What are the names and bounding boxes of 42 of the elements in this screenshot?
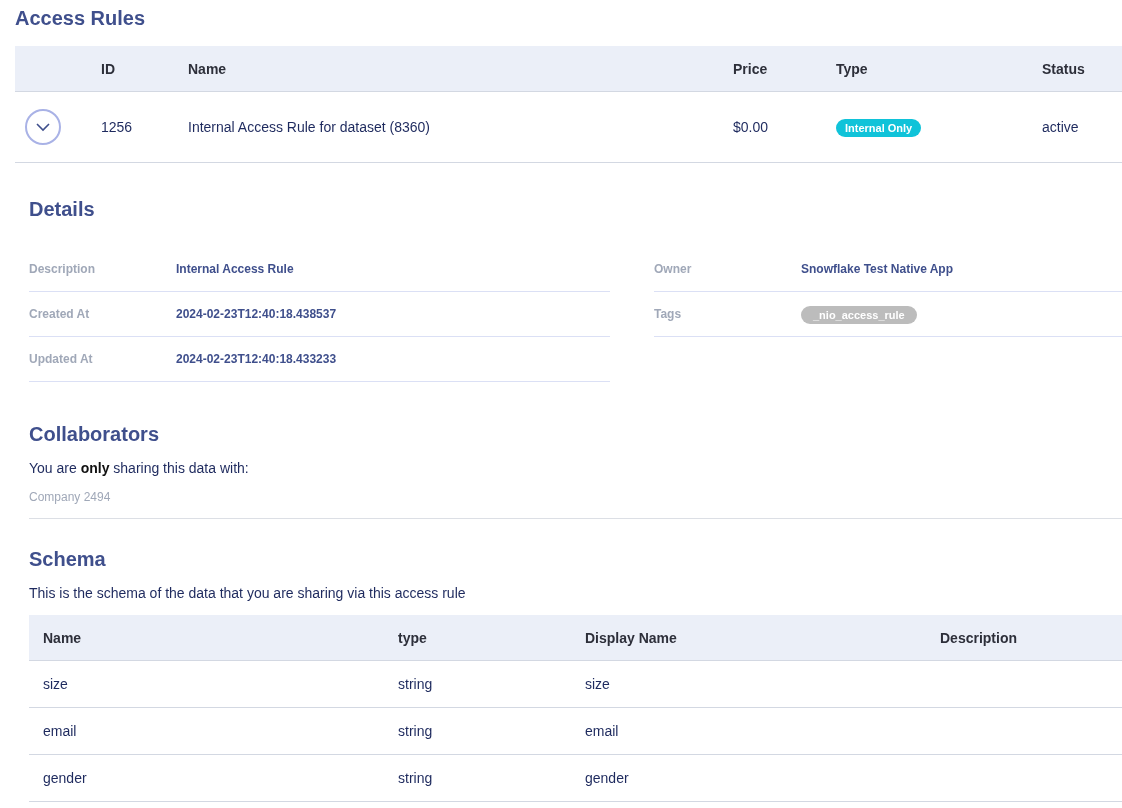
table-cell-text: string — [397, 770, 434, 786]
column-header: Name — [188, 60, 228, 77]
detail-label: Created At — [29, 307, 91, 321]
expand-button[interactable] — [25, 109, 61, 145]
table-cell-text: email — [42, 723, 78, 739]
sharing-text: You are only sharing this data with: — [29, 460, 250, 476]
tag-pill: _nio_access_rule — [801, 305, 917, 324]
section-title: Schema — [29, 547, 107, 572]
column-header: Name — [42, 629, 83, 646]
detail-value: 2024-02-23T12:40:18.438537 — [176, 307, 338, 321]
table-cell-text: size — [584, 676, 611, 692]
column-header: Price — [733, 60, 769, 77]
column-header: Display Name — [584, 629, 678, 646]
company-name: Company 2494 — [29, 490, 112, 504]
table-cell-text: string — [397, 723, 434, 739]
table-cell-text: string — [397, 676, 434, 692]
column-header: Type — [836, 60, 869, 77]
column-header: type — [397, 629, 428, 646]
detail-label: Updated At — [29, 352, 94, 366]
table-cell-text: gender — [584, 770, 630, 786]
detail-value: Internal Access Rule — [176, 262, 295, 276]
chevron-down-icon — [36, 122, 50, 132]
detail-label: Tags — [654, 307, 683, 321]
type-badge: Internal Only — [836, 118, 922, 137]
table-cell-text: gender — [42, 770, 88, 786]
table-cell-text: size — [42, 676, 69, 692]
column-header: ID — [100, 60, 116, 77]
table-cell-text: $0.00 — [733, 119, 770, 135]
column-header: Description — [939, 629, 1018, 646]
table-cell-text: active — [1042, 119, 1080, 135]
detail-label: Description — [29, 262, 96, 276]
detail-label: Owner — [654, 262, 693, 276]
table-cell-text: 1256 — [100, 119, 134, 135]
section-title: Collaborators — [29, 422, 161, 447]
page-title: Access Rules — [15, 6, 147, 31]
table-cell-text: email — [584, 723, 620, 739]
detail-value: Snowflake Test Native App — [801, 262, 955, 276]
column-header: Status — [1042, 60, 1086, 77]
detail-value: 2024-02-23T12:40:18.433233 — [176, 352, 338, 366]
table-cell-text: Internal Access Rule for dataset (8360) — [188, 119, 432, 135]
section-title: Details — [29, 197, 96, 222]
schema-description: This is the schema of the data that you are sharing via this access rule — [29, 585, 467, 601]
